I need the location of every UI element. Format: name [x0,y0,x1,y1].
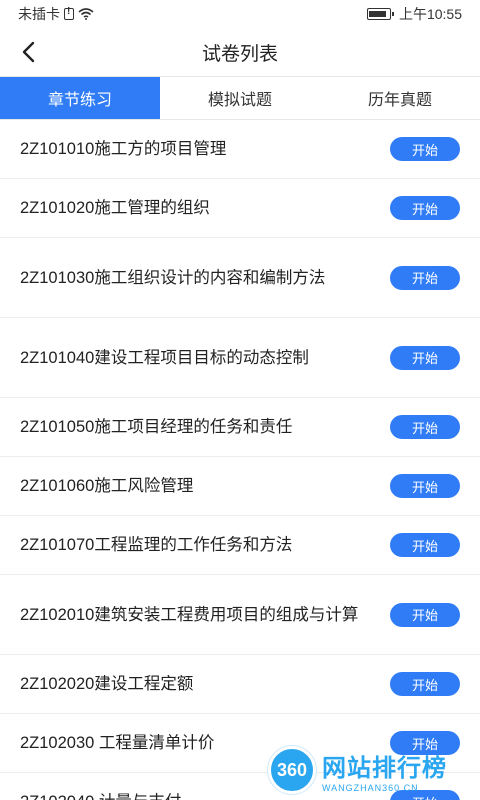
start-button[interactable]: 开始 [390,474,460,498]
exam-list: 2Z101010施工方的项目管理 开始 2Z101020施工管理的组织 开始 2… [0,120,480,800]
list-item[interactable]: 2Z101010施工方的项目管理 开始 [0,120,480,179]
watermark: 360 网站排行榜 WANGZHAN360.CN [268,740,478,800]
list-item[interactable]: 2Z101070工程监理的工作任务和方法 开始 [0,516,480,575]
tab-bar: 章节练习 模拟试题 历年真题 [0,76,480,120]
watermark-logo: 360 [268,746,316,794]
status-right: 上午10:55 [366,4,462,24]
status-bar: 未插卡 上午10:55 [0,0,480,28]
list-item-title: 2Z101010施工方的项目管理 [20,140,227,158]
list-item[interactable]: 2Z101030施工组织设计的内容和编制方法 开始 [0,238,480,318]
header: 试卷列表 [0,28,480,76]
list-item[interactable]: 2Z101020施工管理的组织 开始 [0,179,480,238]
back-button[interactable] [10,34,46,70]
status-left: 未插卡 [18,4,94,24]
list-item-title: 2Z102020建设工程定额 [20,675,194,693]
start-button[interactable]: 开始 [390,533,460,557]
page-title: 试卷列表 [201,43,278,65]
battery-icon [366,8,394,20]
tab-mock-exam[interactable]: 模拟试题 [160,77,320,119]
list-item-title: 2Z101060施工风险管理 [20,477,194,495]
clock-text: 上午10:55 [398,6,462,22]
start-button[interactable]: 开始 [390,265,460,290]
list-item[interactable]: 2Z101040建设工程项目目标的动态控制 开始 [0,318,480,398]
start-button[interactable]: 开始 [390,672,460,696]
start-button[interactable]: 开始 [390,196,460,220]
list-item[interactable]: 2Z102010建筑安装工程费用项目的组成与计算 开始 [0,575,480,655]
list-item-title: 2Z101070工程监理的工作任务和方法 [20,536,293,554]
list-item-title: 2Z101050施工项目经理的任务和责任 [20,418,293,436]
watermark-url: WANGZHAN360.CN [322,782,419,793]
list-item[interactable]: 2Z101050施工项目经理的任务和责任 开始 [0,398,480,457]
list-item[interactable]: 2Z102020建设工程定额 开始 [0,655,480,714]
start-button[interactable]: 开始 [390,602,460,627]
chevron-left-icon [22,41,35,63]
list-item-title: 2Z101030施工组织设计的内容和编制方法 [20,268,326,287]
carrier-text: 未插卡 [18,6,60,22]
start-button[interactable]: 开始 [390,345,460,370]
sim-alert-icon [64,6,74,20]
list-item-title: 2Z102010建筑安装工程费用项目的组成与计算 [20,605,359,624]
start-button[interactable]: 开始 [390,415,460,439]
watermark-name: 网站排行榜 [322,754,447,782]
list-item[interactable]: 2Z101060施工风险管理 开始 [0,457,480,516]
list-item-title: 2Z101020施工管理的组织 [20,199,210,217]
list-item-title: 2Z101040建设工程项目目标的动态控制 [20,348,309,367]
start-button[interactable]: 开始 [390,137,460,161]
watermark-text: 网站排行榜 WANGZHAN360.CN [322,748,447,793]
tab-chapter-practice[interactable]: 章节练习 [0,77,160,119]
tab-past-exams[interactable]: 历年真题 [320,77,480,119]
wifi-icon [78,8,94,20]
